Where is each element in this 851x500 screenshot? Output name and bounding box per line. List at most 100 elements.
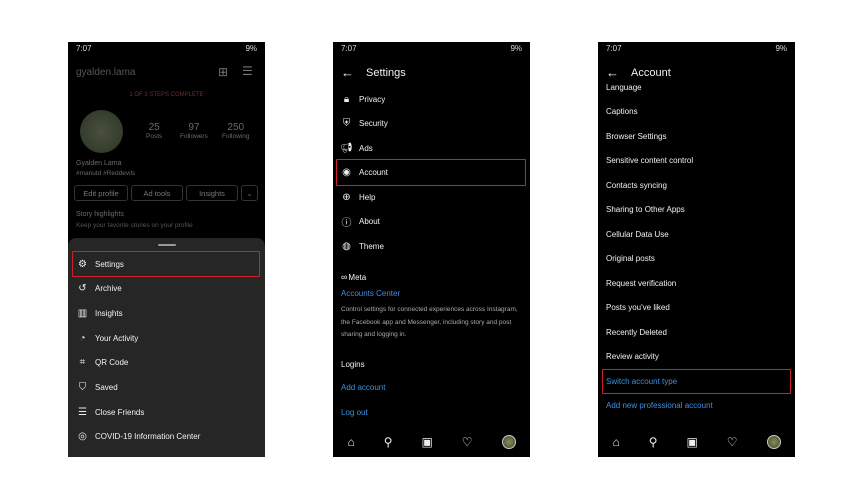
add-account-link[interactable]: Add account	[341, 380, 385, 394]
menu-item-close-friends[interactable]: ☰ Close Friends	[77, 405, 144, 419]
battery: 9%	[245, 44, 257, 53]
time: 7:07	[76, 44, 92, 53]
item-label: COVID-19 Information Center	[95, 432, 201, 442]
highlight-box	[602, 369, 791, 394]
reels-icon[interactable]: ▣	[686, 435, 697, 449]
account-item-cellular-data-use[interactable]: Cellular Data Use	[606, 227, 669, 241]
add-post-icon[interactable]: ⊞	[218, 65, 228, 79]
battery: 9%	[775, 44, 787, 53]
bottom-sheet-menu: ⚙ Settings ↺ Archive ▥ Insights ◔ Your Activity…	[68, 238, 265, 457]
menu-item-qr-code[interactable]: ⌗ QR Code	[77, 356, 129, 370]
menu-item-archive[interactable]: ↺ Archive	[77, 282, 122, 296]
profile-avatar[interactable]	[766, 435, 781, 449]
menu-item-insights[interactable]: ▥ Insights	[77, 306, 123, 320]
insights-button[interactable]: Insights	[186, 185, 238, 201]
posts-count: 25 Posts	[146, 122, 163, 140]
menu-item-saved[interactable]: ⛉ Saved	[77, 381, 118, 395]
account-item-request-verification[interactable]: Request verification	[606, 276, 676, 290]
avatar[interactable]	[80, 110, 123, 153]
activity-icon: ◔	[79, 332, 86, 344]
item-label: Original posts	[606, 254, 655, 263]
item-label: Archive	[95, 284, 122, 294]
highlight-box	[72, 251, 260, 277]
story-highlights-subtitle: Keep your favorite stories on your profi…	[76, 222, 193, 229]
time: 7:07	[606, 44, 622, 53]
item-label: Sharing to Other Apps	[606, 205, 685, 214]
profile-avatar[interactable]	[501, 435, 516, 449]
heart-icon[interactable]: ♡	[462, 435, 473, 449]
item-label: Review activity	[606, 352, 659, 361]
search-icon[interactable]: ⚲	[649, 435, 658, 449]
account-item-contacts-syncing[interactable]: Contacts syncing	[606, 178, 667, 192]
item-label: Security	[359, 119, 388, 128]
item-label: Your Activity	[95, 333, 139, 343]
item-label: Close Friends	[95, 407, 145, 417]
accounts-center-link[interactable]: Accounts Center	[341, 286, 400, 300]
profile-screen: 7:07 9% gyalden.lama ⊞ ☰ 1 OF 3 STEPS COM…	[68, 42, 265, 457]
following-count[interactable]: 250 Following	[222, 122, 249, 140]
item-label: Posts you've liked	[606, 303, 670, 312]
status-bar: 7:07 9%	[76, 44, 257, 56]
steps-banner[interactable]: 1 OF 3 STEPS COMPLETE	[68, 92, 265, 98]
megaphone-icon: 📢︎	[340, 142, 353, 154]
account-item-recently-deleted[interactable]: Recently Deleted	[606, 325, 667, 339]
reels-icon[interactable]: ▣	[421, 435, 432, 449]
item-label: Privacy	[359, 94, 386, 104]
item-label: About	[359, 217, 380, 226]
page-title: Account	[631, 66, 671, 79]
settings-item-privacy[interactable]: 🔒︎ Privacy	[341, 92, 385, 106]
covid-icon: ◎	[78, 431, 87, 443]
page-title: Settings	[366, 66, 406, 79]
bottom-nav: ⌂ ⚲ ▣ ♡	[333, 435, 530, 449]
item-label: Request verification	[606, 278, 677, 288]
edit-profile-button[interactable]: Edit profile	[74, 185, 128, 201]
settings-item-security[interactable]: ⛨ Security	[341, 117, 388, 131]
meta-logo: ∞ Meta	[341, 272, 367, 282]
chevron-down-icon[interactable]: ⌄	[241, 185, 258, 201]
followers-count[interactable]: 97 Followers	[180, 122, 208, 140]
account-item-captions[interactable]: Captions	[606, 105, 638, 119]
home-icon[interactable]: ⌂	[612, 435, 619, 449]
item-label: QR Code	[95, 358, 129, 368]
menu-item-your-activity[interactable]: ◔ Your Activity	[77, 331, 138, 345]
archive-icon: ↺	[78, 283, 87, 295]
search-icon[interactable]: ⚲	[384, 435, 393, 449]
menu-icon[interactable]: ☰	[242, 64, 253, 78]
heart-icon[interactable]: ♡	[727, 435, 738, 449]
settings-item-about[interactable]: ⓘ About	[341, 215, 380, 229]
account-item-posts-you-ve-liked[interactable]: Posts you've liked	[606, 301, 670, 315]
item-label: Insights	[95, 308, 123, 318]
settings-item-theme[interactable]: ◍ Theme	[341, 239, 384, 253]
drag-handle[interactable]	[158, 244, 176, 246]
account-item-add-new-professional-account[interactable]: Add new professional account	[606, 399, 713, 413]
log-out-link[interactable]: Log out	[341, 405, 368, 419]
item-label: Cellular Data Use	[606, 229, 669, 239]
lock-icon: 🔒︎	[343, 93, 350, 105]
highlight-box	[336, 159, 526, 186]
settings-item-help[interactable]: ⊕ Help	[341, 190, 375, 204]
account-item-sensitive-content-control[interactable]: Sensitive content control	[606, 154, 693, 168]
home-icon[interactable]: ⌂	[347, 435, 354, 449]
account-item-browser-settings[interactable]: Browser Settings	[606, 129, 666, 143]
account-item-sharing-to-other-apps[interactable]: Sharing to Other Apps	[606, 203, 685, 217]
palette-icon: ◍	[342, 240, 351, 252]
settings-item-ads[interactable]: 📢︎ Ads	[340, 141, 373, 155]
time: 7:07	[341, 44, 357, 53]
help-icon: ⊕	[342, 191, 351, 203]
back-arrow-icon[interactable]: ←	[606, 65, 619, 80]
item-label: Theme	[359, 241, 384, 251]
item-label: Add new professional account	[606, 401, 713, 410]
accounts-center-description: Control settings for connected experienc…	[341, 306, 518, 338]
menu-item-covid-19-information-center[interactable]: ◎ COVID-19 Information Center	[77, 430, 200, 444]
ad-tools-button[interactable]: Ad tools	[131, 185, 183, 201]
username[interactable]: gyalden.lama	[76, 67, 135, 78]
back-arrow-icon[interactable]: ←	[341, 65, 354, 80]
battery: 9%	[510, 44, 522, 53]
account-item-original-posts[interactable]: Original posts	[606, 252, 655, 266]
display-name: Gyalden Lama	[76, 160, 122, 167]
account-item-language[interactable]: Language	[606, 80, 642, 94]
logins-heading: Logins	[341, 359, 365, 369]
item-label: Language	[606, 82, 642, 92]
story-highlights-title[interactable]: Story highlights	[76, 211, 124, 218]
account-item-review-activity[interactable]: Review activity	[606, 350, 659, 364]
